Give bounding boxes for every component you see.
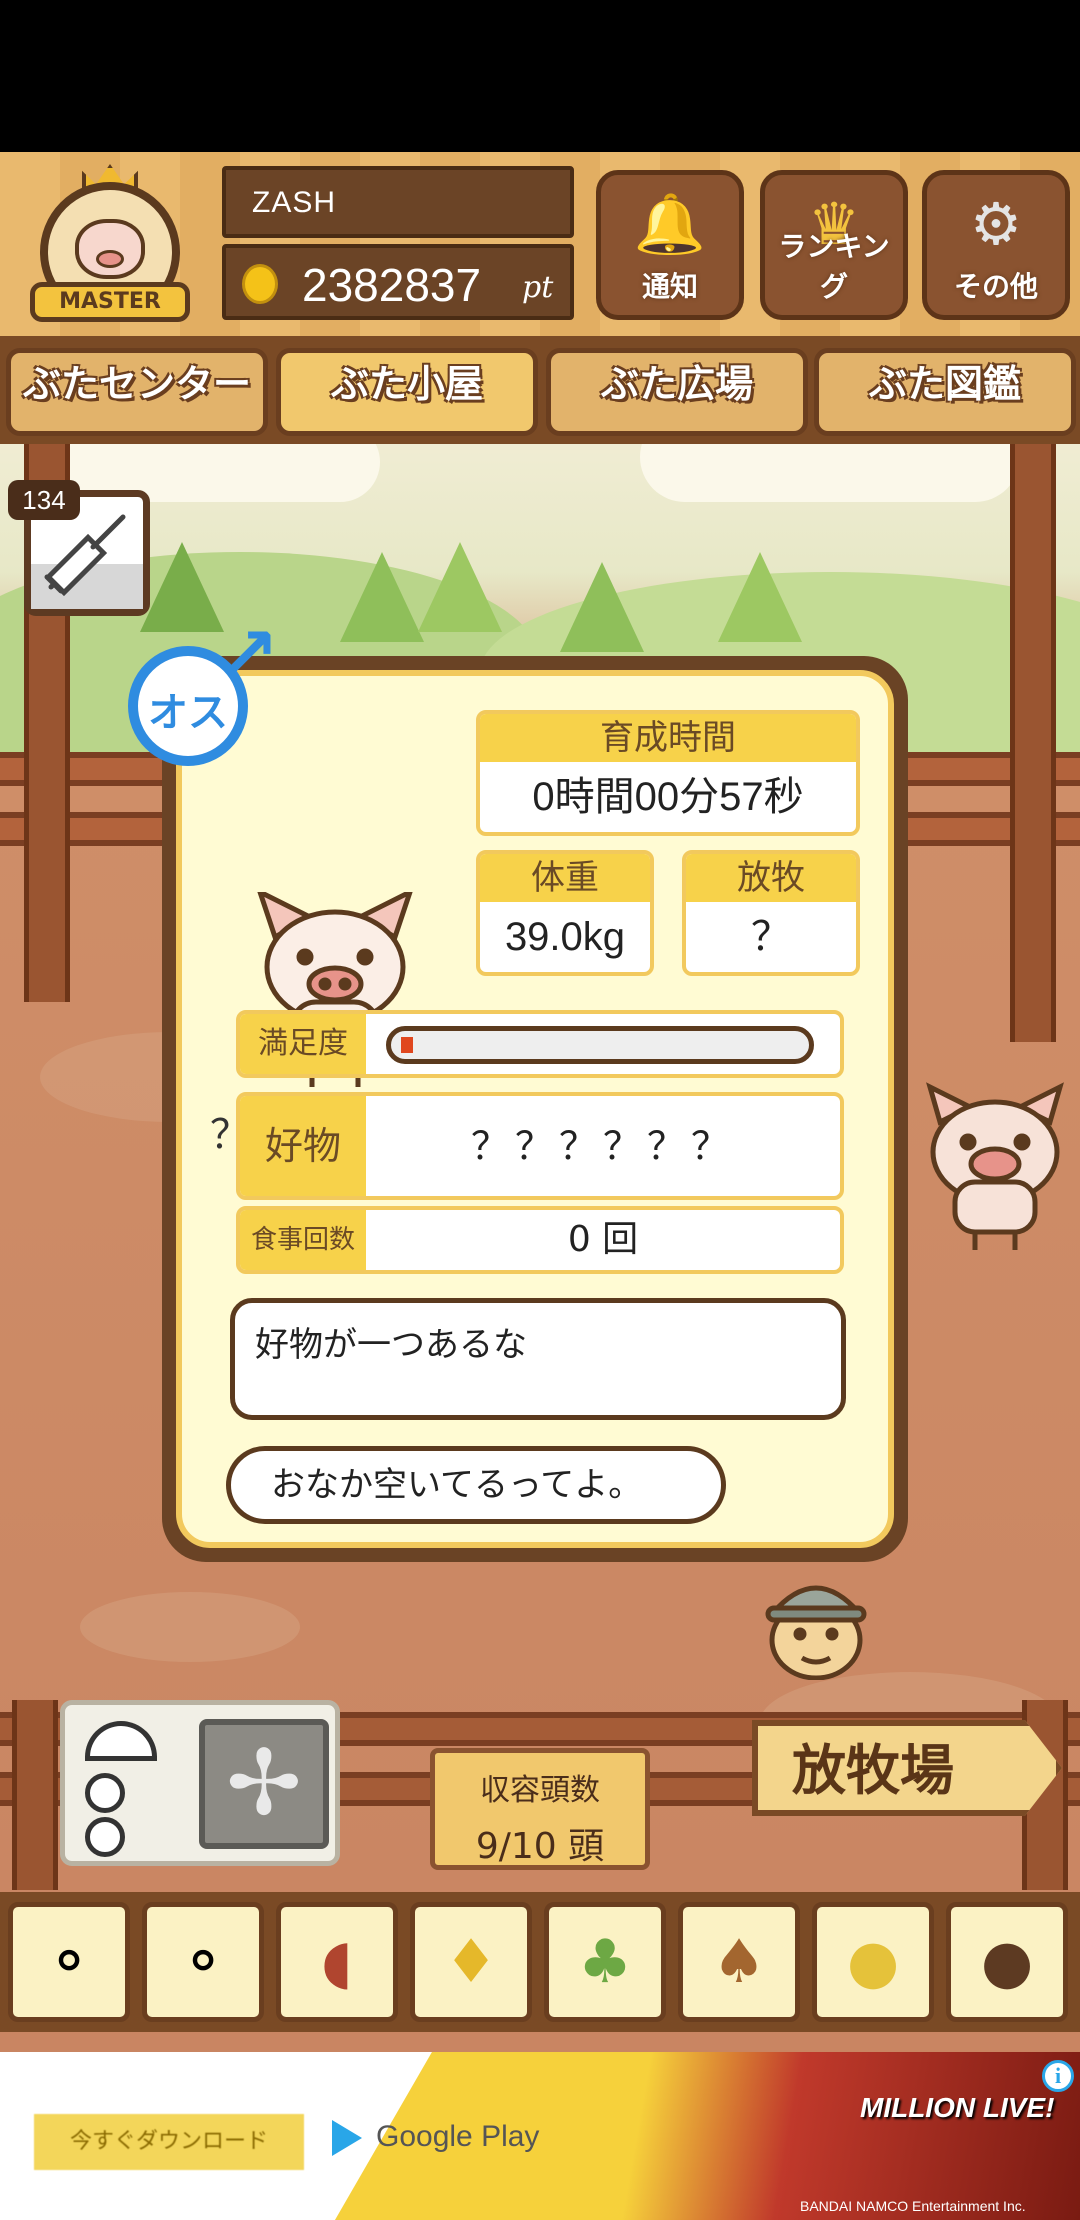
farmer-avatar — [765, 1585, 867, 1680]
beans-food-icon[interactable]: ♣ — [544, 1902, 666, 2022]
sweet-potato-food-icon[interactable]: ◖ — [276, 1902, 398, 2022]
grazing-value: ？ — [751, 915, 791, 959]
ground-patch — [80, 1592, 300, 1662]
game-screen: MASTER ZASH 2382837 pt 🔔 通知 ♛ ランキング ⚙ その… — [0, 152, 1080, 2052]
acorn-food-icon[interactable]: ♠ — [678, 1902, 800, 2022]
soybean-food-icon[interactable]: ● — [812, 1902, 934, 2022]
google-play-label: Google Play — [376, 2120, 540, 2153]
player-name: ZASH — [252, 186, 337, 219]
pig-snout-icon — [96, 250, 124, 268]
status-text: おなか空いてるってよ。 — [271, 1465, 643, 1505]
weight-label: 体重 — [480, 854, 650, 902]
ranking-label: ランキング — [778, 230, 890, 303]
tree — [418, 542, 502, 632]
meals-label: 食事回数 — [240, 1210, 366, 1270]
truffle-food-icon[interactable]: ● — [946, 1902, 1068, 2022]
fan-icon: ✢ — [199, 1719, 329, 1849]
satisfaction-row: 満足度 — [236, 1010, 844, 1078]
syringe-count: 134 — [8, 480, 80, 520]
favorite-label: 好物 — [240, 1096, 366, 1196]
male-arrow-icon: ↗ — [220, 612, 279, 694]
gender-badge: オス ↗ — [124, 612, 279, 766]
ad-copyright: BANDAI NAMCO Entertainment Inc. — [800, 2198, 1026, 2214]
capacity-value: 9/10 頭 — [475, 1826, 605, 1867]
tab-buta-plaza[interactable]: ぶた広場 — [546, 348, 808, 436]
dial-icon — [85, 1773, 125, 1813]
status-bar — [0, 0, 1080, 152]
favorite-value: ？？？？？？ — [470, 1124, 735, 1168]
tab-buta-hut[interactable]: ぶた小屋 — [276, 348, 538, 436]
status-bubble: おなか空いてるってよ。 — [226, 1446, 726, 1524]
ad-download-button[interactable]: 今すぐダウンロード — [34, 2114, 304, 2170]
player-name-box: ZASH — [222, 166, 574, 238]
capacity-sign: 収容頭数 9/10 頭 — [430, 1748, 650, 1870]
weight-value: 39.0kg — [504, 915, 626, 959]
points-value: 2382837 — [302, 259, 482, 311]
food-bar: ⚬ ⚬ ◖ ♦ ♣ ♠ ● ● — [0, 1892, 1080, 2032]
ranking-button[interactable]: ♛ ランキング — [760, 170, 908, 320]
grazing-card: 放牧 ？ — [682, 850, 860, 976]
hint-text: 好物が一つあるな — [255, 1325, 527, 1365]
background-pig[interactable] — [920, 1082, 1070, 1252]
coin-icon — [242, 264, 278, 304]
ad-artwork — [600, 2052, 1080, 2220]
main-tabs: ぶたセンター ぶた小屋 ぶた広場 ぶた図鑑 — [0, 342, 1080, 444]
play-store-icon — [332, 2120, 362, 2157]
ad-banner[interactable]: 今すぐダウンロード Google Play MILLION LIVE! i BA… — [0, 2052, 1080, 2220]
hint-bubble: 好物が一つあるな — [230, 1298, 846, 1420]
gear-icon: ⚙ — [970, 190, 1022, 258]
raising-time-value: 0時間00分57秒 — [532, 775, 804, 819]
grazing-label: 放牧 — [686, 854, 856, 902]
meals-row: 食事回数 0 回 — [236, 1206, 844, 1274]
satisfaction-label: 満足度 — [240, 1014, 366, 1074]
dial-icon — [85, 1817, 125, 1857]
tree — [718, 552, 802, 642]
tree — [560, 562, 644, 652]
tab-buta-encyclopedia[interactable]: ぶた図鑑 — [814, 348, 1076, 436]
bell-icon: 🔔 — [633, 190, 707, 258]
capacity-label: 収容頭数 — [480, 1773, 600, 1808]
meals-value: 0 回 — [567, 1219, 639, 1260]
fence-post — [12, 1700, 58, 1890]
master-ribbon: MASTER — [30, 282, 190, 322]
thermometer-gauge-icon — [85, 1721, 157, 1761]
google-play-badge[interactable]: Google Play — [332, 2120, 540, 2157]
ad-info-icon[interactable]: i — [1042, 2060, 1074, 2092]
fence-post — [1010, 442, 1056, 1042]
master-badge[interactable]: MASTER — [30, 164, 190, 334]
notification-label: 通知 — [641, 270, 698, 303]
corn-food-icon[interactable]: ♦ — [410, 1902, 532, 2022]
raising-time-card: 育成時間 0時間00分57秒 — [476, 710, 860, 836]
pig-face-icon — [75, 219, 145, 279]
tab-buta-center[interactable]: ぶたセンター — [6, 348, 268, 436]
satisfaction-fill — [401, 1037, 413, 1053]
top-header: MASTER ZASH 2382837 pt 🔔 通知 ♛ ランキング ⚙ その… — [0, 152, 1080, 342]
notification-button[interactable]: 🔔 通知 — [596, 170, 744, 320]
mixed-grain-food-icon[interactable]: ⚬ — [142, 1902, 264, 2022]
satisfaction-meter — [386, 1026, 814, 1064]
weight-card: 体重 39.0kg — [476, 850, 654, 976]
grain-food-icon[interactable]: ⚬ — [8, 1902, 130, 2022]
climate-panel[interactable]: ✢ — [60, 1700, 340, 1866]
tree — [340, 552, 424, 642]
other-label: その他 — [953, 270, 1038, 303]
favorite-row: 好物 ？？？？？？ — [236, 1092, 844, 1200]
raising-time-label: 育成時間 — [480, 714, 856, 762]
points-box: 2382837 pt — [222, 244, 574, 320]
ad-title: MILLION LIVE! — [860, 2092, 1055, 2123]
points-unit: pt — [522, 270, 554, 305]
pasture-button[interactable]: 放牧場 — [752, 1720, 1062, 1816]
gender-label: オス — [148, 690, 228, 736]
other-button[interactable]: ⚙ その他 — [922, 170, 1070, 320]
